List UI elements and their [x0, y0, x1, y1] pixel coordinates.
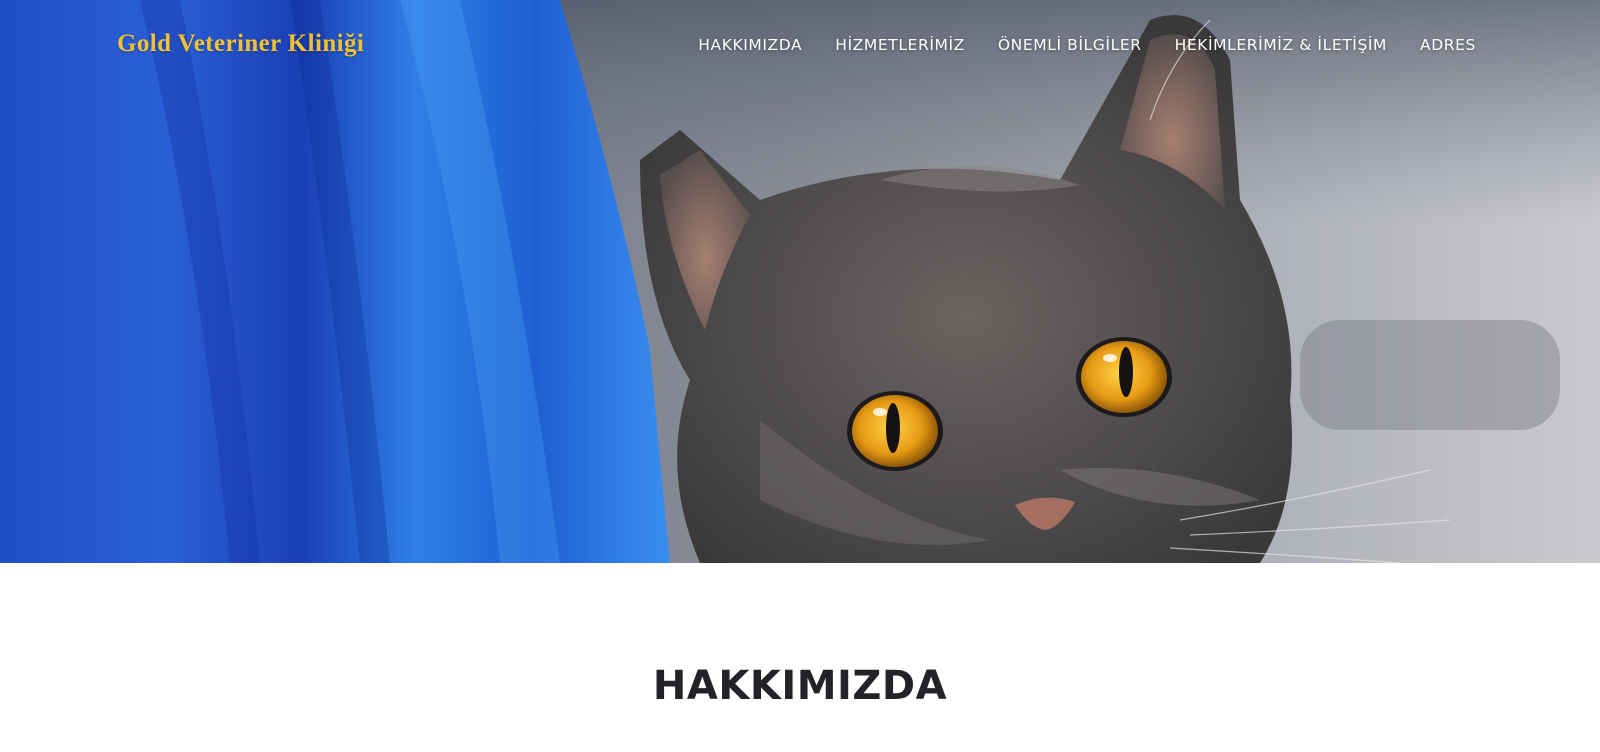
nav-item-adres[interactable]: ADRES [1404, 36, 1476, 54]
brand-logo-link[interactable]: Gold Veteriner Kliniği [117, 30, 364, 58]
hero-banner: Gold Veteriner Kliniği HAKKIMIZDA HİZMET… [0, 0, 1600, 563]
nav-item-onemli-bilgiler[interactable]: ÖNEMLİ BİLGİLER [981, 36, 1158, 54]
top-navbar: Gold Veteriner Kliniği HAKKIMIZDA HİZMET… [0, 0, 1600, 94]
about-section: HAKKIMIZDA [0, 563, 1600, 752]
nav-menu: HAKKIMIZDA HİZMETLERİMİZ ÖNEMLİ BİLGİLER… [682, 36, 1476, 54]
nav-item-hizmetlerimiz[interactable]: HİZMETLERİMİZ [819, 36, 982, 54]
nav-item-hakkimizda[interactable]: HAKKIMIZDA [682, 36, 819, 54]
nav-item-hekimlerimiz-iletisim[interactable]: HEKİMLERİMİZ & İLETİŞİM [1158, 36, 1403, 54]
about-section-title: HAKKIMIZDA [652, 663, 948, 709]
